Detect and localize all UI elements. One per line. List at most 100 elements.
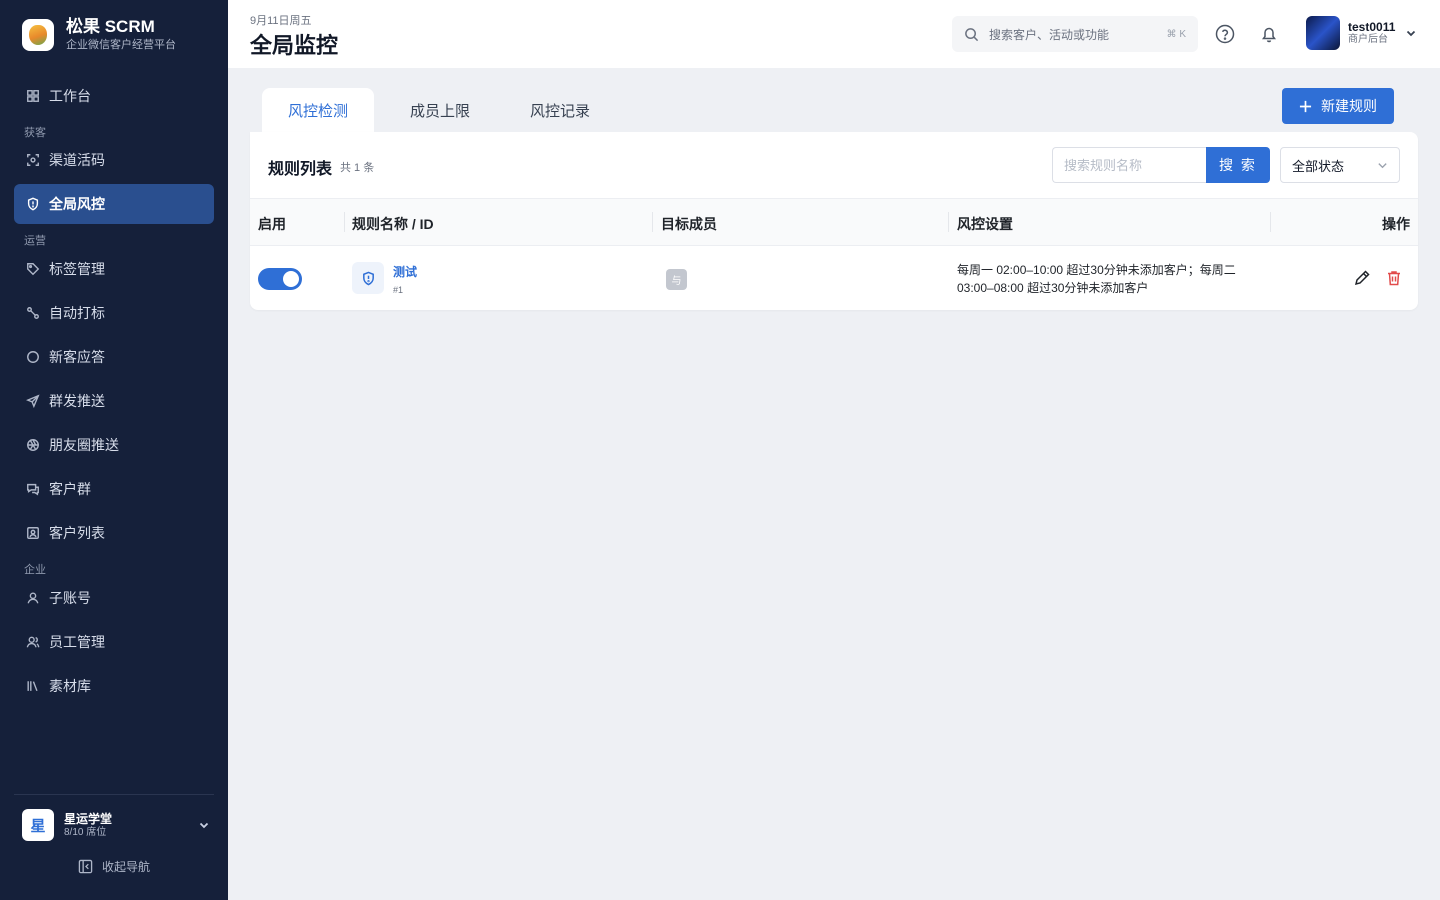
org-avatar: 星 — [22, 809, 54, 841]
sidebar-item-sub-account[interactable]: 子账号 — [14, 578, 214, 618]
rule-id: #1 — [393, 285, 404, 295]
sidebar-item-label: 工作台 — [49, 88, 91, 104]
org-switcher[interactable]: 星 星运学堂 8/10 席位 — [14, 794, 214, 841]
chevron-down-icon — [199, 822, 209, 829]
rule-search-input[interactable] — [1052, 147, 1206, 183]
panel-title: 规则列表 — [268, 161, 333, 178]
col-enabled: 启用 — [258, 216, 286, 232]
nav-group-operate: 运营 — [24, 235, 46, 247]
brand-subtitle: 企业微信客户经营平台 — [66, 39, 176, 51]
top-header: 9月11日周五 全局监控 搜索客户、活动或功能 ⌘ K test0011 商户后… — [228, 0, 1440, 68]
send-icon — [26, 394, 40, 408]
brand-logo — [22, 18, 54, 51]
search-button[interactable]: 搜 索 — [1206, 147, 1270, 183]
aperture-icon — [27, 439, 39, 451]
scan-icon — [27, 154, 39, 166]
sidebar-item-label: 员工管理 — [49, 634, 105, 650]
global-search[interactable]: 搜索客户、活动或功能 ⌘ K — [952, 16, 1198, 52]
rule-enabled-toggle[interactable] — [258, 268, 302, 290]
user-menu[interactable]: test0011 商户后台 — [1306, 16, 1417, 50]
status-filter-value: 全部状态 — [1292, 158, 1345, 174]
global-search-placeholder: 搜索客户、活动或功能 — [989, 27, 1110, 42]
risk-settings-text: 每周一 02:00–10:00 超过30分钟未添加客户；每周二 03:00–08… — [957, 263, 1236, 295]
sidebar-item-global-risk[interactable]: 全局风控 — [14, 184, 214, 224]
tab-risk-record[interactable]: 风控记录 — [504, 88, 616, 132]
sidebar-item-new-reply[interactable]: 新客应答 — [14, 337, 214, 377]
help-button[interactable] — [1214, 23, 1236, 45]
sidebar-item-mass-push[interactable]: 群发推送 — [14, 381, 214, 421]
notification-button[interactable] — [1258, 23, 1280, 45]
brand[interactable]: 松果 SCRM 企业微信客户经营平台 — [22, 17, 176, 52]
sidebar-item-label: 新客应答 — [49, 349, 105, 365]
sidebar-item-customer-group[interactable]: 客户群 — [14, 469, 214, 509]
sidebar-item-moments-push[interactable]: 朋友圈推送 — [14, 425, 214, 465]
user-icon — [27, 592, 39, 604]
col-actions: 操作 — [1382, 216, 1410, 232]
edit-rule-button[interactable] — [1353, 269, 1373, 289]
sidebar-item-label: 自动打标 — [49, 305, 105, 321]
sidebar-item-staff-manage[interactable]: 员工管理 — [14, 622, 214, 662]
col-risk-settings: 风控设置 — [957, 216, 1013, 232]
users-icon — [26, 636, 40, 648]
sidebar-item-label: 素材库 — [49, 678, 91, 694]
nav-group-company: 企业 — [24, 564, 46, 576]
tag-icon — [27, 263, 40, 276]
bell-icon — [1262, 27, 1276, 43]
table-row: 测试 #1 与 每周一 02:00–10:00 超过30分钟未添加客户；每周二 … — [250, 246, 1418, 310]
chat-icon — [27, 351, 39, 363]
rule-list-panel: 规则列表 共 1 条 搜 索 全部状态 启用 规则名称 / ID 目标成员 风控… — [250, 132, 1418, 310]
sidebar-item-label: 群发推送 — [49, 393, 105, 409]
grid-icon — [27, 90, 39, 102]
sidebar-item-label: 子账号 — [49, 590, 91, 606]
tab-member-limit[interactable]: 成员上限 — [384, 88, 496, 132]
col-target-member: 目标成员 — [661, 216, 717, 232]
rule-icon — [352, 262, 384, 294]
user-role: 商户后台 — [1348, 34, 1388, 45]
collapse-nav-button[interactable]: 收起导航 — [78, 858, 150, 875]
group-chat-icon — [27, 483, 39, 496]
chevron-down-icon — [1378, 162, 1387, 168]
brand-name: 松果 SCRM — [66, 17, 155, 36]
rule-count: 共 1 条 — [340, 162, 375, 174]
sidebar-item-channel-code[interactable]: 渠道活码 — [14, 140, 214, 180]
header-date: 9月11日周五 — [250, 15, 312, 27]
member-avatar: 与 — [666, 269, 687, 290]
sidebar-item-auto-tag[interactable]: 自动打标 — [14, 293, 214, 333]
column-divider — [1270, 212, 1271, 232]
new-rule-label: 新建规则 — [1321, 98, 1377, 114]
tab-risk-check[interactable]: 风控检测 — [262, 88, 374, 132]
sidebar-item-label: 标签管理 — [49, 261, 105, 277]
column-divider — [652, 212, 653, 232]
pencil-icon — [1354, 270, 1370, 286]
sidebar-collapse-icon — [78, 859, 93, 874]
page-title: 全局监控 — [250, 33, 339, 58]
rule-name-link[interactable]: 测试 — [393, 263, 417, 280]
shield-icon — [362, 271, 374, 285]
sidebar-item-label: 渠道活码 — [49, 152, 105, 168]
table-header: 启用 规则名称 / ID 目标成员 风控设置 操作 — [250, 198, 1418, 246]
org-name: 星运学堂 — [64, 811, 113, 826]
search-shortcut: ⌘ K — [1166, 28, 1186, 40]
new-rule-button[interactable]: 新建规则 — [1282, 88, 1394, 124]
nav-group-acquire: 获客 — [24, 127, 46, 139]
sidebar-item-tag-manage[interactable]: 标签管理 — [14, 249, 214, 289]
status-filter-select[interactable]: 全部状态 — [1280, 147, 1400, 183]
column-divider — [344, 212, 345, 232]
library-icon — [27, 681, 38, 692]
shield-icon — [27, 197, 39, 211]
org-seats: 8/10 席位 — [64, 826, 107, 838]
column-divider — [948, 212, 949, 232]
user-name: test0011 — [1348, 20, 1396, 34]
col-name-id: 规则名称 / ID — [352, 216, 434, 232]
trash-icon — [1388, 271, 1400, 286]
search-icon — [965, 27, 979, 41]
sidebar-item-label: 客户群 — [49, 481, 91, 497]
sidebar-item-workbench[interactable]: 工作台 — [14, 76, 214, 116]
sidebar-item-label: 客户列表 — [49, 525, 105, 541]
sidebar: 松果 SCRM 企业微信客户经营平台 工作台 获客 渠道活码 全局风控 运营 标… — [0, 0, 228, 900]
sidebar-item-material-lib[interactable]: 素材库 — [14, 666, 214, 706]
avatar — [1306, 16, 1340, 50]
delete-rule-button[interactable] — [1385, 269, 1405, 289]
sidebar-item-label: 全局风控 — [49, 196, 105, 212]
sidebar-item-customer-list[interactable]: 客户列表 — [14, 513, 214, 553]
